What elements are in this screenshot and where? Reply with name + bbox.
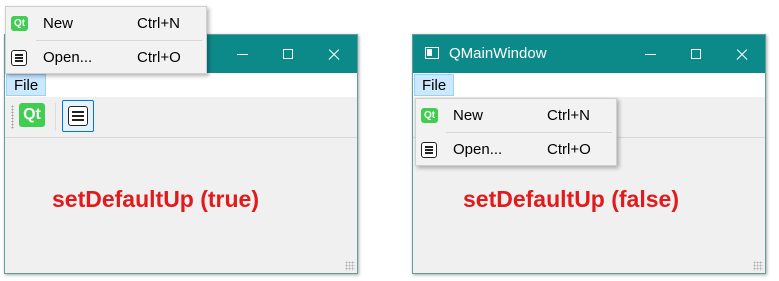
menu-item-open[interactable]: Open... Ctrl+O: [416, 134, 616, 165]
minimize-button[interactable]: [219, 35, 265, 73]
toolbar-open-button[interactable]: [62, 100, 94, 132]
menu-file[interactable]: File: [6, 74, 47, 96]
toolbar-separator: [55, 103, 56, 131]
minimize-button[interactable]: [627, 35, 673, 73]
menu-item-shortcut: Ctrl+O: [137, 49, 181, 66]
qt-icon: Qt: [19, 103, 45, 127]
toolbar: Qt: [5, 97, 357, 138]
toolbar-handle[interactable]: [11, 105, 14, 129]
resize-grip[interactable]: [345, 261, 355, 271]
maximize-button[interactable]: [265, 35, 311, 73]
menu-item-new[interactable]: Qt New Ctrl+N: [416, 100, 616, 131]
menu-item-label: New: [453, 107, 484, 124]
maximize-button[interactable]: [673, 35, 719, 73]
menu-item-label: Open...: [453, 141, 503, 158]
menu-item-shortcut: Ctrl+N: [137, 15, 180, 32]
menu-separator: [36, 40, 202, 41]
close-button[interactable]: [311, 35, 357, 73]
menu-separator: [446, 132, 612, 133]
menu-item-label: New: [43, 15, 74, 32]
resize-grip[interactable]: [753, 261, 763, 271]
menu-item-shortcut: Ctrl+O: [547, 141, 591, 158]
caption-left: setDefaultUp (true): [52, 186, 260, 212]
file-menu-popup: Qt New Ctrl+N Open... Ctrl+O: [5, 6, 207, 74]
menu-file[interactable]: File: [414, 74, 455, 96]
menu-bar: File: [5, 73, 357, 97]
qt-icon: Qt: [11, 16, 28, 31]
window-title: QMainWindow: [449, 45, 547, 62]
document-icon: [11, 50, 27, 66]
menu-item-open[interactable]: Open... Ctrl+O: [6, 42, 206, 73]
window-icon: [425, 47, 439, 59]
qt-icon: Qt: [421, 108, 438, 123]
document-icon: [421, 142, 437, 158]
menu-bar: File: [413, 73, 765, 97]
menu-item-new[interactable]: Qt New Ctrl+N: [6, 8, 206, 39]
menu-item-label: Open...: [43, 49, 93, 66]
document-icon: [68, 106, 88, 126]
close-button[interactable]: [719, 35, 765, 73]
caption-right: setDefaultUp (false): [463, 186, 679, 212]
menu-item-shortcut: Ctrl+N: [547, 107, 590, 124]
title-bar[interactable]: QMainWindow: [413, 35, 765, 73]
toolbar-new-button[interactable]: Qt: [16, 100, 48, 132]
file-menu-popup: Qt New Ctrl+N Open... Ctrl+O: [415, 98, 617, 166]
